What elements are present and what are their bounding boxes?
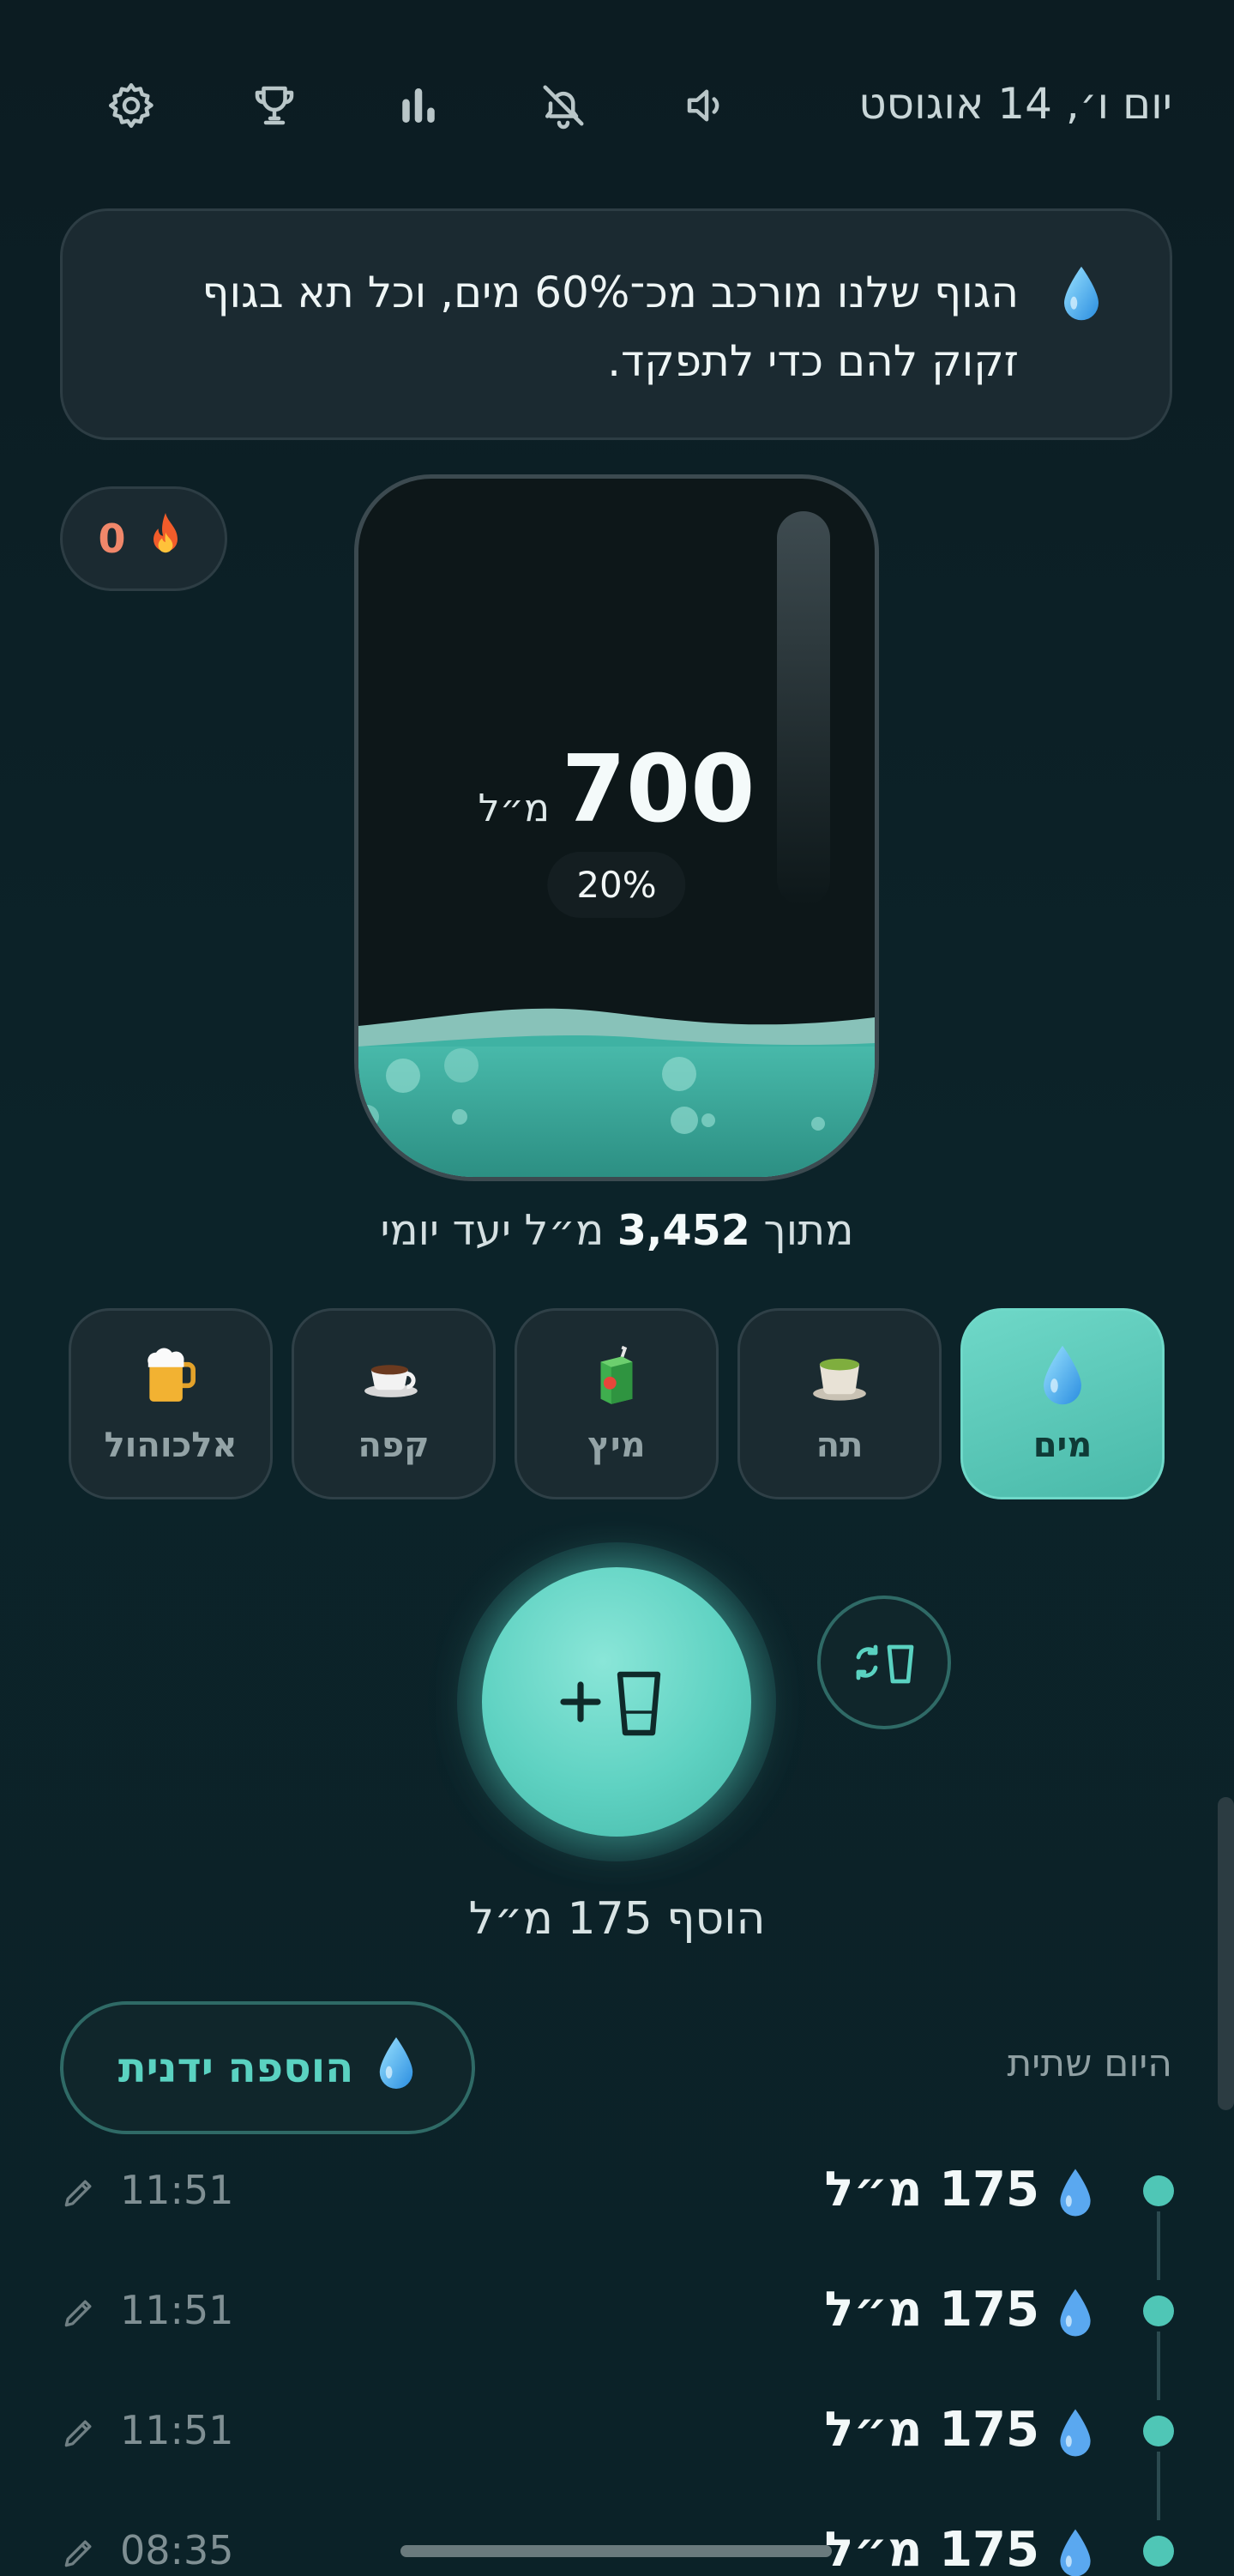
today-history-title: היום שתית	[1007, 2042, 1172, 2085]
entry-time: 11:51	[120, 2167, 234, 2213]
stats-icon[interactable]	[388, 75, 448, 136]
edit-pencil-icon[interactable]	[60, 2414, 98, 2455]
timeline-dot	[1143, 2536, 1174, 2567]
swap-cup-icon	[856, 1644, 914, 1684]
entry-time: 11:51	[120, 2407, 234, 2453]
drink-chip-water[interactable]: מים	[960, 1308, 1165, 1499]
water-drop-icon	[1056, 2407, 1094, 2462]
water-drop-icon	[1056, 2167, 1094, 2222]
water-drop-icon	[1056, 2287, 1094, 2342]
drink-chip-label: מיץ	[587, 1425, 646, 1465]
water-drop-icon	[376, 2035, 417, 2102]
bottle-shine	[777, 511, 830, 906]
edit-pencil-icon[interactable]	[60, 2174, 98, 2215]
drink-chip-juice[interactable]: מיץ	[515, 1308, 719, 1499]
add-glass-icon	[560, 1671, 661, 1736]
bell-off-icon[interactable]	[533, 75, 593, 136]
water-fill	[358, 1008, 875, 1177]
home-indicator[interactable]	[400, 2545, 832, 2557]
drink-chip-label: מים	[1032, 1425, 1093, 1465]
streak-badge[interactable]: 0	[60, 486, 227, 591]
percent-badge: 20%	[547, 852, 686, 918]
history-entry[interactable]: 175 מ״ל 11:51	[0, 2280, 1234, 2400]
drink-chip-alcohol[interactable]: אלכוהול	[69, 1308, 273, 1499]
timeline-dot	[1143, 2175, 1174, 2206]
streak-count: 0	[98, 516, 126, 562]
water-drop-icon	[1031, 1343, 1094, 1410]
amount-display: מ״ל 700	[358, 736, 875, 843]
tip-card: הגוף שלנו מורכב מכ־60% מים, וכל תא בגוף …	[60, 208, 1172, 440]
coffee-cup-icon	[362, 1343, 425, 1410]
add-drink-button[interactable]	[482, 1567, 751, 1837]
entry-volume: 175 מ״ל	[824, 2162, 1039, 2217]
timeline-line	[1157, 2332, 1160, 2400]
drink-chip-coffee[interactable]: קפה	[292, 1308, 496, 1499]
trophy-icon[interactable]	[244, 75, 304, 136]
entry-volume: 175 מ״ל	[824, 2402, 1039, 2458]
daily-goal-label: מתוך 3,452 מ״ל יעד יומי	[0, 1206, 1234, 1255]
timeline-dot	[1143, 2416, 1174, 2446]
entry-time: 11:51	[120, 2287, 234, 2333]
beer-mug-icon	[139, 1343, 202, 1410]
entry-volume: 175 מ״ל	[824, 2522, 1039, 2576]
drink-chip-label: קפה	[358, 1425, 430, 1465]
entry-volume: 175 מ״ל	[824, 2282, 1039, 2338]
fire-icon	[141, 510, 190, 567]
goal-value: 3,452	[617, 1206, 750, 1255]
timeline-line	[1157, 2211, 1160, 2280]
swap-cup-button[interactable]	[817, 1596, 951, 1729]
goal-suffix: מ״ל יעד יומי	[380, 1206, 605, 1255]
goal-prefix: מתוך	[763, 1206, 854, 1255]
entry-time: 08:35	[120, 2527, 234, 2573]
tip-line-1: הגוף שלנו מורכב מכ־60% מים, וכל תא בגוף	[202, 268, 1019, 317]
drink-chip-label: אלכוהול	[104, 1425, 238, 1465]
timeline-line	[1157, 2452, 1160, 2520]
water-drop-icon	[1060, 264, 1103, 326]
edit-pencil-icon[interactable]	[60, 2534, 98, 2575]
water-bottle-progress: מ״ל 700 20%	[354, 474, 879, 1181]
water-drop-icon	[1056, 2527, 1094, 2576]
date-label: יום ו׳, 14 אוגוסט	[858, 79, 1172, 129]
amount-unit: מ״ל	[478, 787, 550, 830]
juice-box-icon	[585, 1343, 648, 1410]
amount-value: 700	[561, 736, 755, 843]
history-entry[interactable]: 175 מ״ל 11:51	[0, 2160, 1234, 2280]
drink-chip-label: תה	[816, 1425, 864, 1465]
add-amount-label: הוסף 175 מ״ל	[468, 1893, 766, 1945]
gear-icon[interactable]	[101, 75, 161, 136]
tea-icon	[808, 1343, 871, 1410]
drink-chip-tea[interactable]: תה	[737, 1308, 942, 1499]
manual-add-button[interactable]: הוספה ידנית	[60, 2001, 475, 2134]
timeline-dot	[1143, 2295, 1174, 2326]
manual-add-label: הוספה ידנית	[117, 2043, 354, 2092]
tip-line-2: זקוק להם כדי לתפקד.	[607, 336, 1019, 386]
history-entry[interactable]: 175 מ״ל 11:51	[0, 2400, 1234, 2520]
scrollbar[interactable]	[1218, 1797, 1234, 2110]
volume-icon[interactable]	[677, 75, 737, 136]
edit-pencil-icon[interactable]	[60, 2294, 98, 2335]
tip-text: הגוף שלנו מורכב מכ־60% מים, וכל תא בגוף …	[161, 258, 1019, 395]
